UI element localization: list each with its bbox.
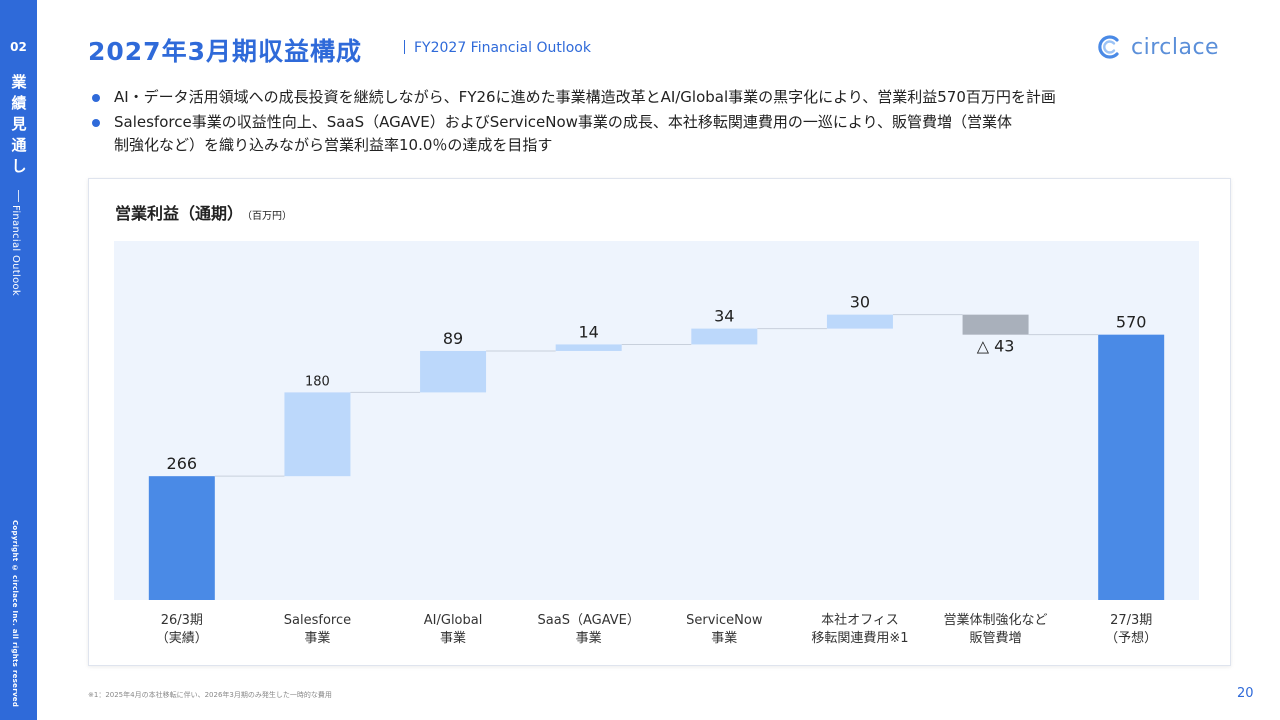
waterfall-chart: 266 26/3期 （実績） 180 Salesforce 事業 89 AI/Global 事業…	[114, 241, 1199, 646]
bar-increase	[691, 328, 758, 345]
bar-value-label: 30	[850, 293, 870, 312]
bar-value-label: 266	[167, 454, 198, 473]
bar-total	[148, 476, 215, 600]
category-label: 事業	[711, 630, 737, 646]
category-label: （予想）	[1105, 630, 1157, 646]
category-label: AI/Global	[424, 613, 483, 628]
category-label: 27/3期	[1110, 613, 1152, 628]
category-label: SaaS（AGAVE）	[538, 613, 640, 628]
bar-value-label: 570	[1116, 313, 1147, 332]
category-label: （実績）	[156, 630, 208, 646]
category-label: 事業	[440, 630, 466, 646]
bar-value-label: 34	[714, 307, 734, 326]
bar-value-label: 14	[579, 322, 599, 341]
category-label: 営業体制強化など	[944, 612, 1048, 628]
category-label: 26/3期	[161, 613, 203, 628]
bar-value-label: 89	[443, 329, 463, 348]
category-label: 販管費増	[970, 631, 1022, 646]
bar-total	[1098, 334, 1165, 600]
bar-increase	[826, 314, 893, 329]
category-label: 移転関連費用※1	[811, 631, 908, 646]
bar-value-label: △ 43	[977, 337, 1015, 356]
bar-decrease	[962, 314, 1029, 335]
category-label: 事業	[576, 630, 602, 646]
footnote: ※1：2025年4月の本社移転に伴い、2026年3月期のみ発生した一時的な費用	[88, 691, 332, 699]
bar-increase	[284, 392, 351, 477]
bar-increase	[555, 344, 622, 351]
category-label: Salesforce	[284, 613, 351, 628]
bar-increase	[420, 350, 487, 393]
category-label: 事業	[304, 630, 330, 646]
category-label: ServiceNow	[686, 613, 763, 628]
page-number: 20	[1237, 686, 1254, 701]
plot-area	[114, 241, 1199, 600]
category-label: 本社オフィス	[821, 612, 899, 628]
bar-value-label: 180	[305, 374, 330, 389]
